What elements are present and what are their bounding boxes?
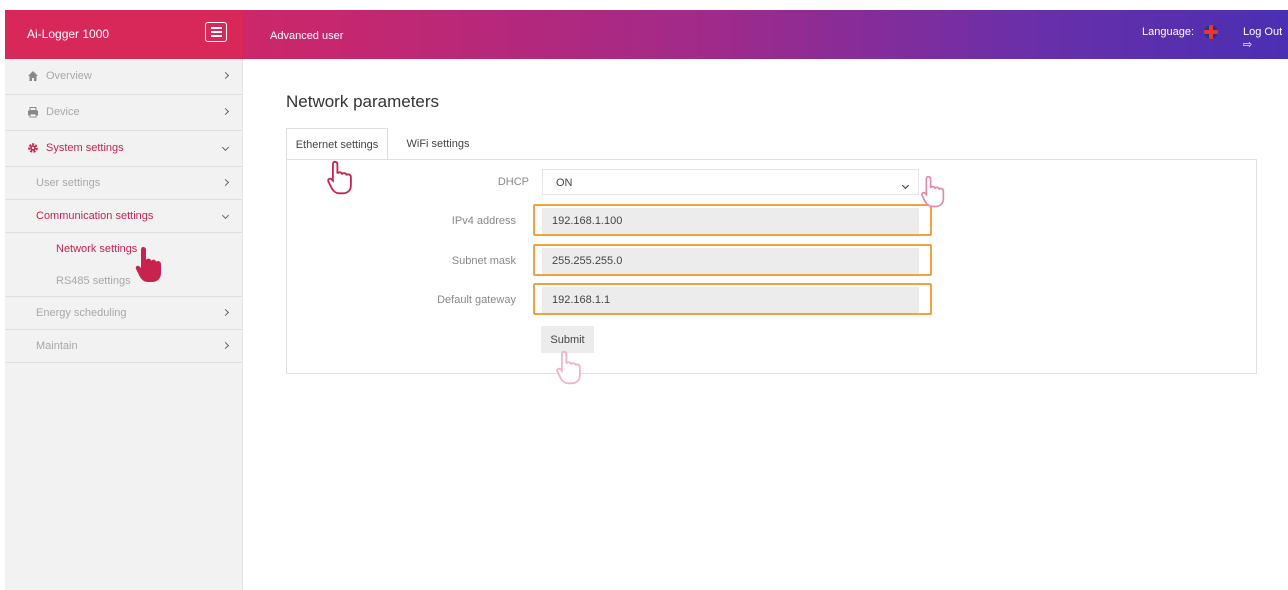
sidebar-item-label: Network settings xyxy=(56,243,138,255)
hamburger-menu-button[interactable] xyxy=(205,22,227,42)
ipv4-address-label: IPv4 address xyxy=(451,215,516,227)
uk-flag-icon[interactable] xyxy=(1204,25,1218,39)
sidebar-item-rs485-settings[interactable]: RS485 settings xyxy=(5,265,242,297)
dhcp-select[interactable]: ON xyxy=(542,169,919,195)
sidebar-item-user-settings[interactable]: User settings xyxy=(5,167,242,200)
chevron-down-icon xyxy=(221,141,230,153)
sidebar-item-network-settings[interactable]: Network settings xyxy=(5,233,242,265)
submit-button[interactable]: Submit xyxy=(541,326,594,353)
tab-label: WiFi settings xyxy=(406,138,470,150)
chevron-right-icon xyxy=(221,105,230,117)
gear-icon xyxy=(27,142,39,154)
app-title: Ai-Logger 1000 xyxy=(27,27,110,41)
sidebar-item-device[interactable]: Device xyxy=(5,95,242,131)
sidebar-item-label: System settings xyxy=(46,142,124,154)
ipv4-address-value: 192.168.1.100 xyxy=(552,215,623,227)
tab-wifi-settings[interactable]: WiFi settings xyxy=(388,128,488,160)
default-gateway-input[interactable]: 192.168.1.1 xyxy=(542,287,919,313)
brand-area: Ai-Logger 1000 xyxy=(5,10,243,59)
sidebar-item-system-settings[interactable]: System settings xyxy=(5,131,242,167)
sidebar-item-energy-scheduling[interactable]: Energy scheduling xyxy=(5,297,242,330)
language-label: Language: xyxy=(1142,26,1194,38)
sidebar-item-label: User settings xyxy=(36,177,101,189)
submit-label: Submit xyxy=(550,333,585,346)
chevron-right-icon xyxy=(221,306,230,318)
sidebar-item-label: Device xyxy=(46,106,80,118)
tab-label: Ethernet settings xyxy=(295,139,379,151)
sidebar-item-label: Maintain xyxy=(36,340,78,352)
chevron-right-icon xyxy=(221,69,230,81)
sidebar-item-overview[interactable]: Overview xyxy=(5,59,242,95)
subnet-mask-input[interactable]: 255.255.255.0 xyxy=(542,248,919,274)
chevron-right-icon xyxy=(221,339,230,351)
default-gateway-label: Default gateway xyxy=(437,294,516,306)
dhcp-label: DHCP xyxy=(497,176,529,188)
subnet-mask-value: 255.255.255.0 xyxy=(552,255,623,267)
logout-label: Log Out xyxy=(1243,26,1283,38)
dhcp-value: ON xyxy=(556,177,573,189)
sidebar-item-maintain[interactable]: Maintain xyxy=(5,330,242,363)
chevron-right-icon xyxy=(221,176,230,188)
page-title: Network parameters xyxy=(286,92,440,111)
sidebar-item-label: RS485 settings xyxy=(56,275,131,287)
chevron-down-icon xyxy=(901,177,910,191)
default-gateway-value: 192.168.1.1 xyxy=(552,294,611,306)
logout-icon: ⇨ xyxy=(1243,39,1253,51)
logout-link[interactable]: Log Out ⇨ xyxy=(1243,26,1288,51)
top-bar: Ai-Logger 1000 Advanced user Language: L… xyxy=(5,10,1288,59)
sidebar: Overview Device System settings User set… xyxy=(5,59,243,590)
menu-line xyxy=(210,31,222,33)
subnet-mask-label: Subnet mask xyxy=(451,255,516,267)
tab-ethernet-settings[interactable]: Ethernet settings xyxy=(286,128,388,160)
sidebar-item-label: Overview xyxy=(46,70,92,82)
chevron-down-icon xyxy=(221,209,230,221)
home-icon xyxy=(27,70,39,82)
menu-line xyxy=(210,35,222,37)
sidebar-item-communication-settings[interactable]: Communication settings xyxy=(5,200,242,233)
sidebar-item-label: Energy scheduling xyxy=(36,307,127,319)
menu-line xyxy=(210,27,222,29)
printer-icon xyxy=(27,106,39,118)
ipv4-address-input[interactable]: 192.168.1.100 xyxy=(542,208,919,234)
user-role-label: Advanced user xyxy=(270,30,344,42)
sidebar-item-label: Communication settings xyxy=(36,210,154,222)
